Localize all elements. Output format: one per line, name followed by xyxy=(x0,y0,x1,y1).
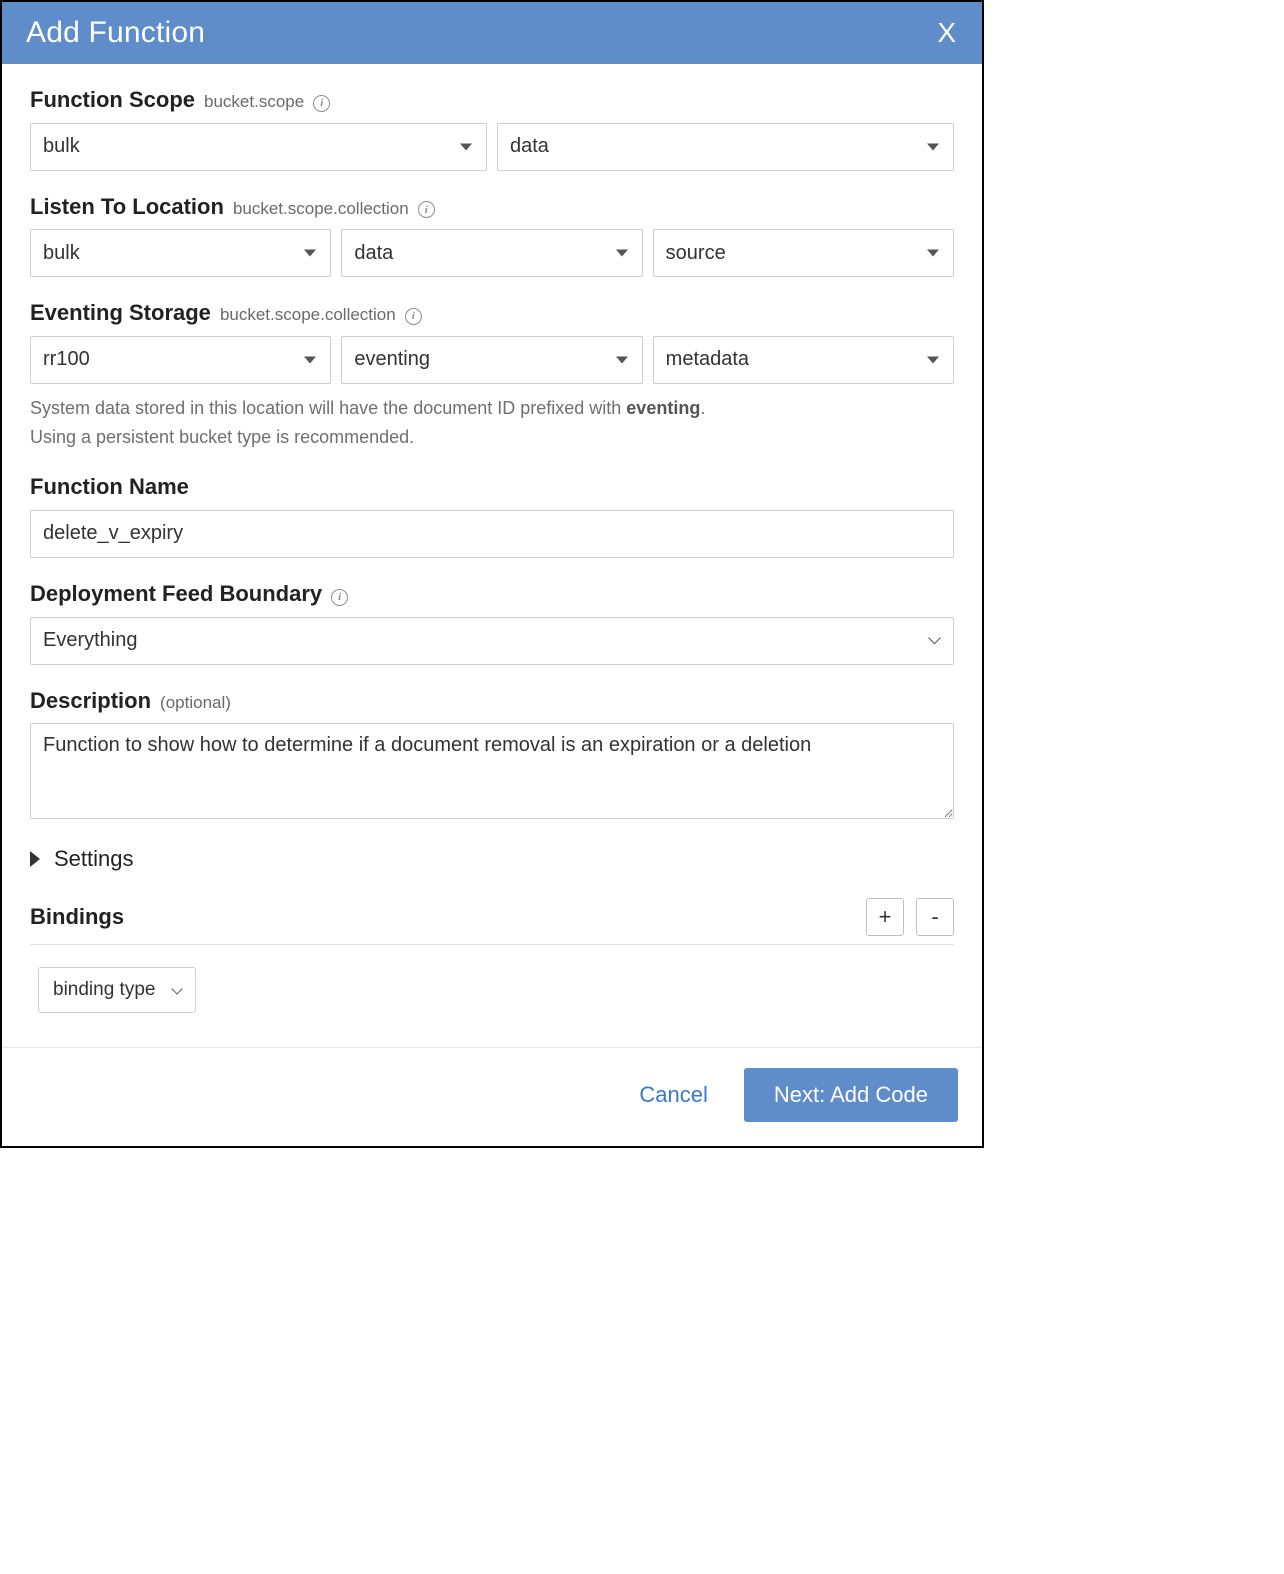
function-scope-title: Function Scope xyxy=(30,87,195,112)
chevron-down-icon xyxy=(927,143,939,150)
dialog-footer: Cancel Next: Add Code xyxy=(2,1047,982,1146)
listen-to-collection-select[interactable]: source xyxy=(653,229,954,277)
eventing-storage-scope-select[interactable]: eventing xyxy=(341,336,642,384)
description-label: Description (optional) xyxy=(30,687,954,716)
listen-to-hint: bucket.scope.collection xyxy=(233,199,409,218)
dialog-title: Add Function xyxy=(26,16,205,50)
chevron-down-icon xyxy=(927,356,939,363)
info-icon[interactable]: i xyxy=(313,95,330,112)
info-icon[interactable]: i xyxy=(331,589,348,606)
chevron-down-icon xyxy=(616,250,628,257)
listen-to-bucket-select[interactable]: bulk xyxy=(30,229,331,277)
eventing-storage-helper-suffix: . xyxy=(700,398,705,418)
chevron-down-icon xyxy=(616,356,628,363)
description-textarea[interactable] xyxy=(30,723,954,819)
description-title: Description xyxy=(30,688,151,713)
description-section: Description (optional) xyxy=(30,687,954,825)
chevron-down-icon xyxy=(460,143,472,150)
listen-to-title: Listen To Location xyxy=(30,194,224,219)
eventing-storage-scope-value: eventing xyxy=(354,348,430,371)
function-scope-bucket-value: bulk xyxy=(43,135,80,158)
eventing-storage-hint: bucket.scope.collection xyxy=(220,305,396,324)
function-scope-hint: bucket.scope xyxy=(204,92,304,111)
dialog-header: Add Function X xyxy=(2,2,982,64)
function-scope-label: Function Scope bucket.scope i xyxy=(30,86,954,115)
eventing-storage-collection-value: metadata xyxy=(666,348,749,371)
eventing-storage-section: Eventing Storage bucket.scope.collection… xyxy=(30,299,954,451)
description-optional: (optional) xyxy=(160,693,231,712)
eventing-storage-title: Eventing Storage xyxy=(30,300,211,325)
function-scope-section: Function Scope bucket.scope i bulk data xyxy=(30,86,954,171)
close-icon[interactable]: X xyxy=(937,17,956,49)
listen-to-bucket-value: bulk xyxy=(43,242,80,265)
bindings-header: Bindings + - xyxy=(30,898,954,945)
listen-to-scope-value: data xyxy=(354,242,393,265)
eventing-storage-helper-1: System data stored in this location will… xyxy=(30,398,626,418)
chevron-down-icon xyxy=(928,631,941,644)
listen-to-section: Listen To Location bucket.scope.collecti… xyxy=(30,193,954,278)
remove-binding-button[interactable]: - xyxy=(916,898,954,936)
feed-boundary-select[interactable]: Everything xyxy=(30,617,954,665)
feed-boundary-value: Everything xyxy=(43,629,138,652)
chevron-down-icon xyxy=(927,250,939,257)
settings-label: Settings xyxy=(54,846,134,872)
function-name-input[interactable] xyxy=(30,510,954,558)
chevron-down-icon xyxy=(172,983,183,994)
triangle-right-icon xyxy=(30,851,40,867)
eventing-storage-bucket-value: rr100 xyxy=(43,348,90,371)
eventing-storage-helper-2: Using a persistent bucket type is recomm… xyxy=(30,423,954,452)
info-icon[interactable]: i xyxy=(418,201,435,218)
function-scope-scope-select[interactable]: data xyxy=(497,123,954,171)
cancel-button[interactable]: Cancel xyxy=(633,1081,713,1109)
binding-type-select[interactable]: binding type xyxy=(38,967,196,1013)
listen-to-label: Listen To Location bucket.scope.collecti… xyxy=(30,193,954,222)
dialog-body: Function Scope bucket.scope i bulk data … xyxy=(2,64,982,1047)
eventing-storage-bucket-select[interactable]: rr100 xyxy=(30,336,331,384)
eventing-storage-helper-bold: eventing xyxy=(626,398,700,418)
eventing-storage-helper: System data stored in this location will… xyxy=(30,394,954,452)
eventing-storage-label: Eventing Storage bucket.scope.collection… xyxy=(30,299,954,328)
info-icon[interactable]: i xyxy=(405,308,422,325)
feed-boundary-label: Deployment Feed Boundary i xyxy=(30,580,954,609)
listen-to-scope-select[interactable]: data xyxy=(341,229,642,277)
function-name-label: Function Name xyxy=(30,473,954,502)
chevron-down-icon xyxy=(304,250,316,257)
settings-toggle[interactable]: Settings xyxy=(30,846,954,872)
function-name-title: Function Name xyxy=(30,474,189,499)
bindings-buttons: + - xyxy=(866,898,954,936)
function-scope-scope-value: data xyxy=(510,135,549,158)
feed-boundary-section: Deployment Feed Boundary i Everything xyxy=(30,580,954,665)
listen-to-collection-value: source xyxy=(666,242,726,265)
bindings-title: Bindings xyxy=(30,904,124,930)
add-binding-button[interactable]: + xyxy=(866,898,904,936)
chevron-down-icon xyxy=(304,356,316,363)
eventing-storage-collection-select[interactable]: metadata xyxy=(653,336,954,384)
next-add-code-button[interactable]: Next: Add Code xyxy=(744,1068,958,1122)
add-function-dialog: Add Function X Function Scope bucket.sco… xyxy=(0,0,984,1148)
binding-type-value: binding type xyxy=(53,979,155,1001)
function-scope-bucket-select[interactable]: bulk xyxy=(30,123,487,171)
function-name-section: Function Name xyxy=(30,473,954,558)
feed-boundary-title: Deployment Feed Boundary xyxy=(30,581,322,606)
